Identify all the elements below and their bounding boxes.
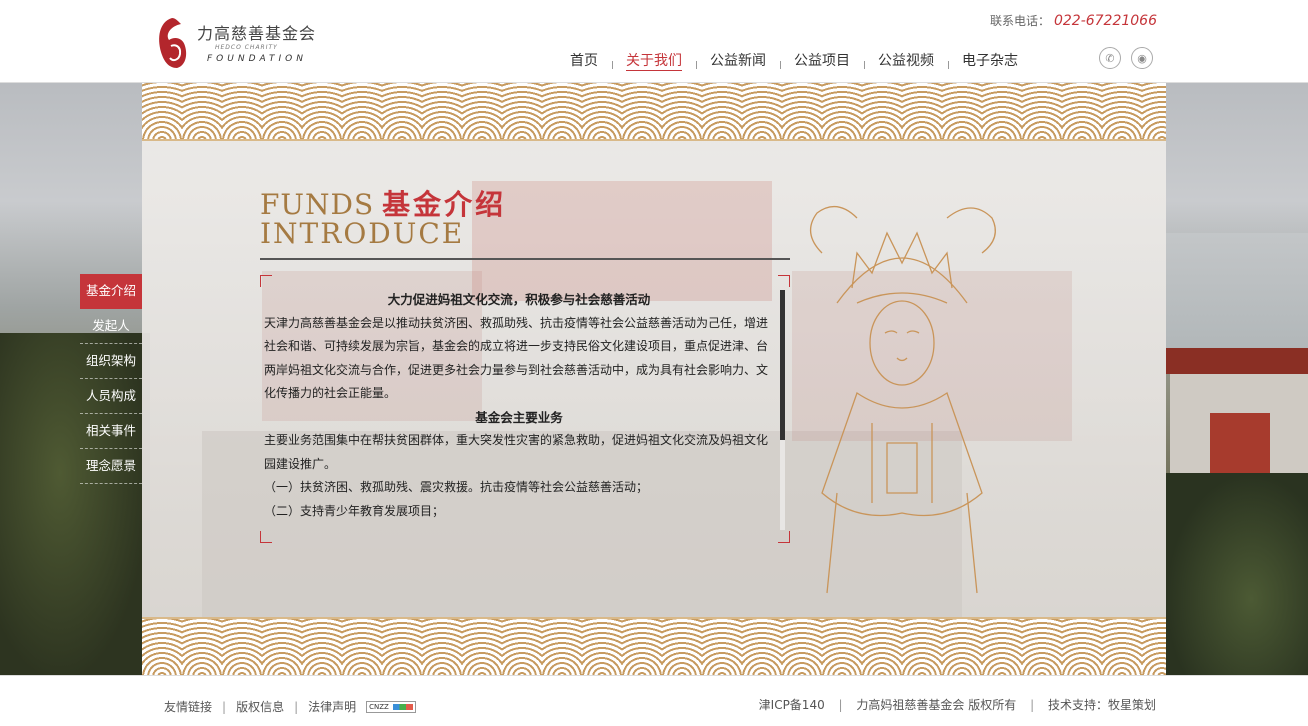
frame-corner (778, 275, 790, 287)
logo-small-text: HEDCO CHARITY (215, 44, 278, 51)
intro-paragraph: 天津力高慈善基金会是以推动扶贫济困、救孤助残、抗击疫情等社会公益慈善活动为己任，… (264, 315, 769, 401)
separator: | (222, 699, 227, 714)
cnzz-bar-icon (393, 703, 414, 710)
side-item-staff[interactable]: 人员构成 (80, 379, 142, 414)
wave-border-top (142, 83, 1166, 141)
intro-heading: 大力促进妈祖文化交流，积极参与社会慈善活动 (387, 292, 651, 307)
separator: | (294, 699, 299, 714)
logo-chinese-text: 力高慈善基金会 (197, 24, 317, 43)
wave-border-bottom (142, 617, 1166, 675)
footer-link-copyright[interactable]: 版权信息 (236, 698, 284, 715)
frame-corner (260, 531, 272, 543)
weibo-icon[interactable]: ◉ (1131, 47, 1153, 69)
content-panel: FUNDS 基金介绍 INTRODUCE 大力促进妈祖文化交流，积极参与社会慈善活… (142, 83, 1166, 675)
side-item-vision[interactable]: 理念愿景 (80, 449, 142, 484)
wechat-icon[interactable]: ✆ (1099, 47, 1121, 69)
mazu-illustration-icon (810, 206, 996, 594)
side-item-organization[interactable]: 组织架构 (80, 344, 142, 379)
footer-rights: 版权所有 (968, 698, 1017, 712)
site-header: 力高慈善基金会 HEDCO CHARITY FOUNDATION 联系电话： 02… (0, 0, 1308, 83)
social-links: ✆ ◉ (1099, 47, 1153, 69)
footer-org: 力高妈祖慈善基金会 (856, 698, 965, 712)
contact-info: 联系电话： 022-67221066 (990, 12, 1157, 29)
business-item: （二）支持青少年教育发展项目； (264, 503, 445, 518)
site-footer: 友情链接 | 版权信息 | 法律声明 CNZZ 津ICP备140 | 力高妈祖慈… (0, 675, 1308, 726)
side-item-founder[interactable]: 发起人 (80, 309, 142, 344)
separator: | (838, 698, 843, 712)
business-paragraph: 主要业务范围集中在帮扶贫困群体，重大突发性灾害的紧急救助，促进妈祖文化交流及妈祖… (264, 433, 769, 471)
temple-main (472, 181, 772, 301)
nav-item-about[interactable]: 关于我们 (612, 50, 696, 71)
footer-icp[interactable]: 津ICP备140 (759, 698, 825, 712)
separator: | (1030, 698, 1035, 712)
side-item-events[interactable]: 相关事件 (80, 414, 142, 449)
trees-right (1166, 473, 1308, 675)
nav-item-magazine[interactable]: 电子杂志 (948, 50, 1032, 70)
intro-text: 大力促进妈祖文化交流，积极参与社会慈善活动 天津力高慈善基金会是以推动扶贫济困、… (264, 288, 774, 528)
business-item: （一）扶贫济困、救孤助残、震灾救援。抗击疫情等社会公益慈善活动； (264, 480, 649, 494)
side-item-fund-intro[interactable]: 基金介绍 (80, 274, 142, 309)
nav-item-home[interactable]: 首页 (556, 50, 612, 70)
title-divider (260, 258, 790, 260)
logo-mark-icon (159, 18, 187, 68)
cnzz-badge[interactable]: CNZZ (366, 700, 417, 713)
side-nav: 基金介绍 发起人 组织架构 人员构成 相关事件 理念愿景 (80, 274, 142, 484)
footer-link-friends[interactable]: 友情链接 (164, 698, 212, 715)
site-logo[interactable]: 力高慈善基金会 HEDCO CHARITY FOUNDATION (155, 14, 315, 72)
footer-info: 津ICP备140 | 力高妈祖慈善基金会 版权所有 | 技术支持：牧星策划 (759, 696, 1156, 713)
scrollbar-thumb[interactable] (780, 290, 785, 440)
nav-item-videos[interactable]: 公益视频 (864, 50, 948, 70)
logo-english-text: FOUNDATION (207, 54, 307, 64)
frame-corner (778, 531, 790, 543)
temple-roof-right (1166, 348, 1308, 374)
nav-item-projects[interactable]: 公益项目 (780, 50, 864, 70)
footer-links: 友情链接 | 版权信息 | 法律声明 CNZZ (164, 698, 417, 715)
contact-phone: 022-67221066 (1053, 13, 1157, 29)
frame-corner (260, 275, 272, 287)
section-subtitle-en: INTRODUCE (260, 217, 465, 250)
main-nav: 首页 关于我们 公益新闻 公益项目 公益视频 电子杂志 (556, 50, 1032, 71)
cnzz-label: CNZZ (369, 702, 389, 711)
content-scrollbar[interactable] (780, 290, 785, 530)
nav-item-news[interactable]: 公益新闻 (696, 50, 780, 70)
contact-label: 联系电话： (989, 14, 1050, 28)
footer-link-legal[interactable]: 法律声明 (308, 698, 356, 715)
business-heading: 基金会主要业务 (475, 409, 563, 425)
footer-support[interactable]: 技术支持：牧星策划 (1048, 698, 1156, 712)
